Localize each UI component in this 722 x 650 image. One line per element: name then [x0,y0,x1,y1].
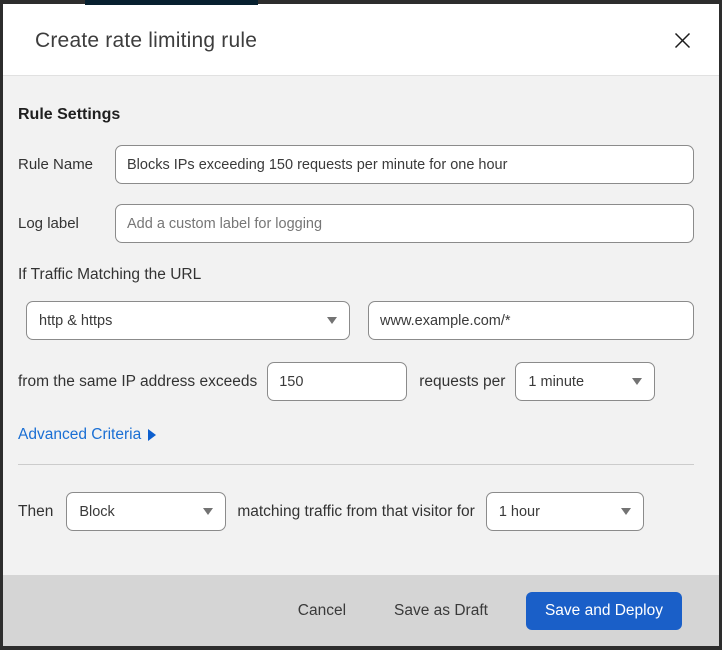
window-left-edge [0,0,3,650]
duration-select-value: 1 hour [498,503,540,520]
dialog-body: Rule Settings Rule Name Log label If Tra… [0,76,722,531]
close-button[interactable] [668,27,696,55]
action-row: Then Block matching traffic from that vi… [18,492,694,531]
threshold-middle-text: requests per [419,372,506,390]
triangle-right-icon [148,429,157,441]
threshold-row: from the same IP address exceeds request… [18,362,694,401]
scheme-url-row: http & https [26,301,694,340]
dialog-footer: Cancel Save as Draft Save and Deploy [3,575,719,646]
rule-name-input[interactable] [115,145,694,184]
log-label-row: Log label [18,204,694,243]
log-label-input[interactable] [115,204,694,243]
save-and-deploy-button[interactable]: Save and Deploy [525,591,682,630]
dialog-header: Create rate limiting rule [0,0,722,76]
chevron-down-icon [327,317,337,324]
rule-name-label: Rule Name [18,156,94,173]
cancel-button[interactable]: Cancel [288,594,356,628]
log-label-label: Log label [18,215,79,232]
save-as-draft-button[interactable]: Save as Draft [384,594,498,628]
top-edge-accent [85,0,258,5]
window-bottom-edge [0,646,722,650]
url-pattern-input[interactable] [368,301,694,340]
create-rate-limiting-rule-dialog: Create rate limiting rule Rule Settings … [0,0,722,650]
request-count-input[interactable] [267,362,408,401]
advanced-criteria-label: Advanced Criteria [18,426,142,443]
scheme-select-value: http & https [39,312,113,329]
section-heading-rule-settings: Rule Settings [18,106,121,123]
chevron-down-icon [620,508,631,515]
action-middle-text: matching traffic from that visitor for [237,502,475,520]
close-icon [674,32,691,49]
period-select-value: 1 minute [528,373,585,390]
chevron-down-icon [632,378,643,385]
chevron-down-icon [203,508,214,515]
threshold-prefix-text: from the same IP address exceeds [18,372,258,390]
action-prefix-text: Then [18,502,54,520]
dialog-title: Create rate limiting rule [35,28,258,52]
rule-name-row: Rule Name [18,145,694,184]
period-select[interactable]: 1 minute [515,362,656,401]
action-select[interactable]: Block [66,492,227,531]
scheme-select[interactable]: http & https [26,301,350,340]
duration-select[interactable]: 1 hour [485,492,644,531]
section-divider [18,464,694,465]
advanced-criteria-link[interactable]: Advanced Criteria [18,426,157,444]
action-select-value: Block [79,503,115,520]
traffic-match-heading: If Traffic Matching the URL [18,266,202,283]
